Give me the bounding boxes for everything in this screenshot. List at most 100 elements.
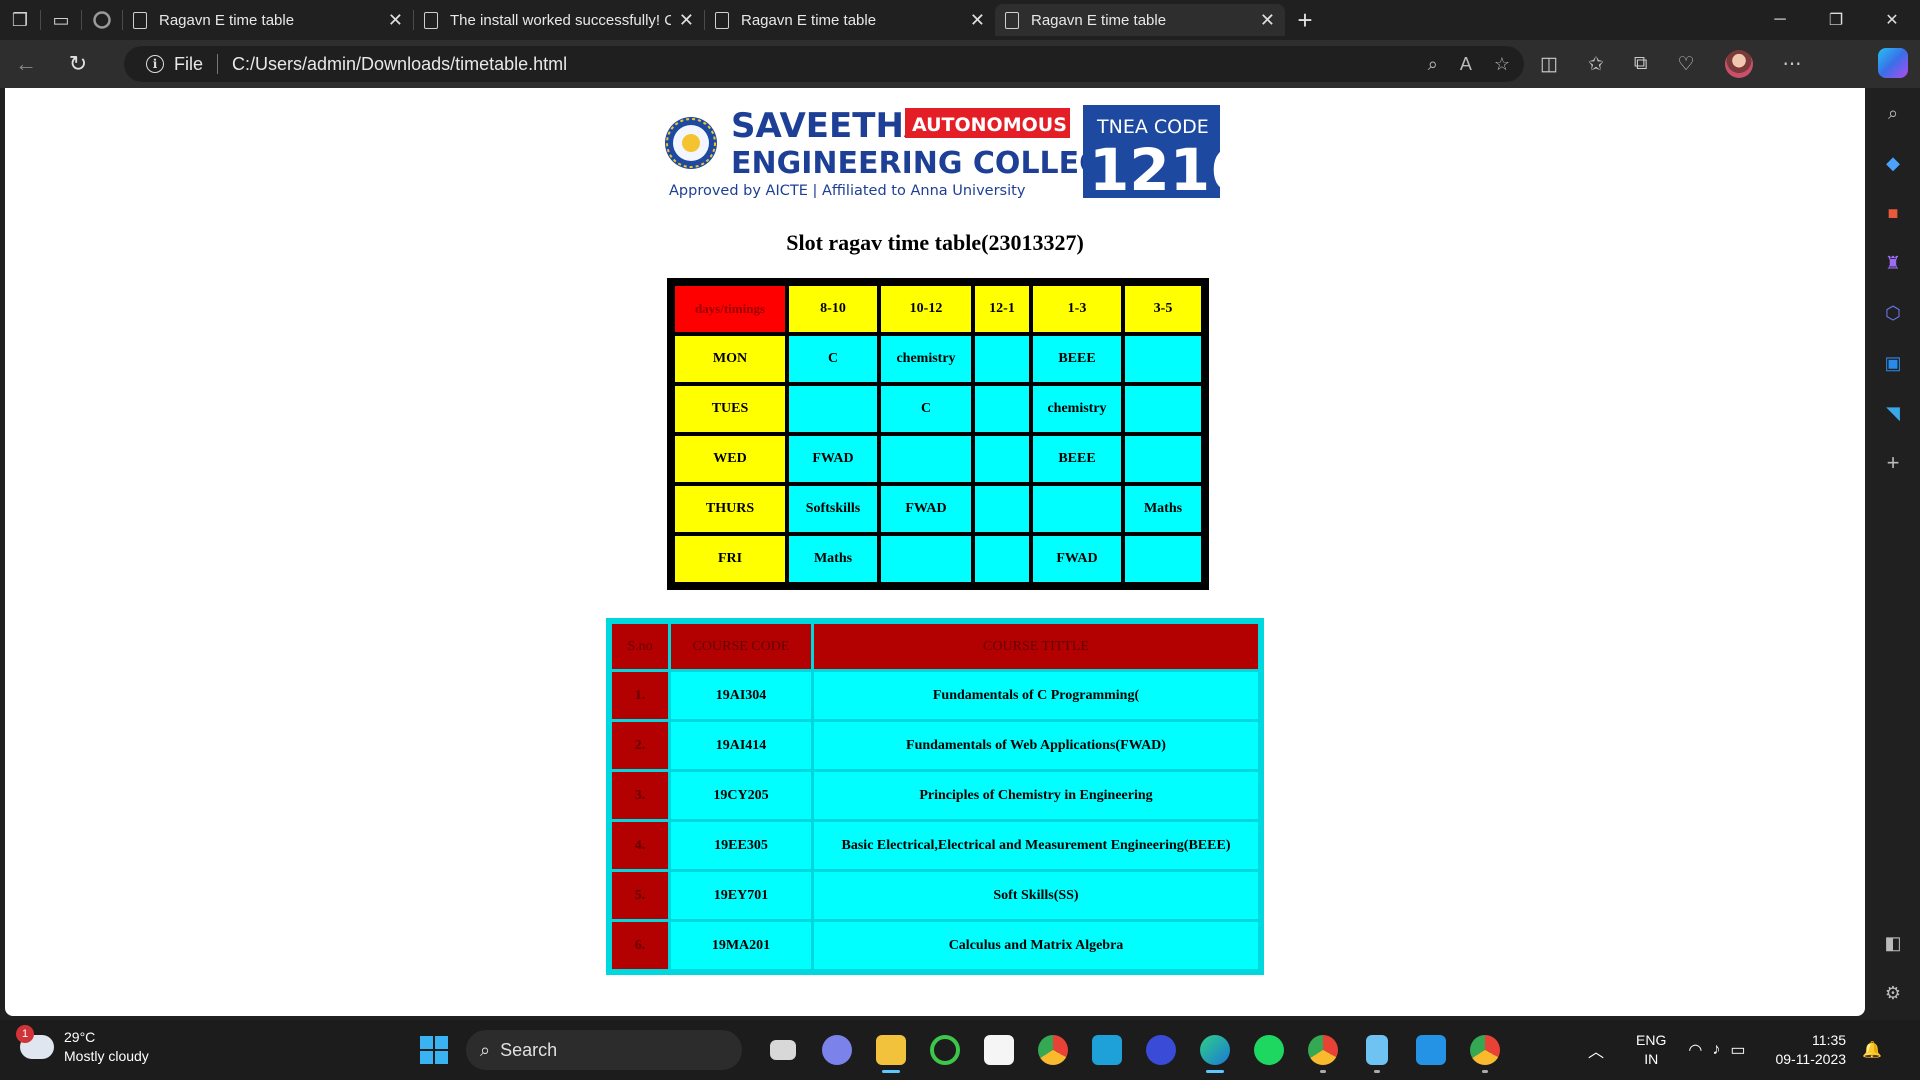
task-view-icon[interactable] — [763, 1030, 803, 1070]
course-sno: 1. — [612, 672, 668, 719]
weather-widget[interactable]: 1 29°C Mostly cloudy — [16, 1025, 149, 1066]
timetable-cell: chemistry — [1033, 386, 1121, 432]
close-tab-icon[interactable]: ✕ — [970, 10, 985, 31]
course-title: Principles of Chemistry in Engineering — [814, 772, 1258, 819]
more-menu-icon[interactable]: ⋯ — [1783, 53, 1802, 76]
close-tab-icon[interactable]: ✕ — [679, 10, 694, 31]
vscode-icon[interactable] — [1411, 1030, 1451, 1070]
collections-icon[interactable]: ⧉ — [1634, 53, 1648, 75]
edge-icon[interactable] — [1195, 1030, 1235, 1073]
header-corner: days/timings — [675, 286, 785, 332]
green-ring-app-icon[interactable] — [925, 1030, 965, 1070]
tnea-code: 1216 — [1089, 136, 1220, 198]
close-tab-icon[interactable]: ✕ — [1260, 10, 1275, 31]
chevron-up-icon[interactable]: ︿ — [1588, 1038, 1604, 1062]
chrome-profile-icon[interactable] — [1303, 1030, 1343, 1073]
course-sno: 6. — [612, 922, 668, 969]
college-logo: SAVEETHA AUTONOMOUS ENGINEERING COLLEGE … — [665, 105, 1220, 198]
timetable-cell: C — [881, 386, 971, 432]
favorite-star-icon[interactable]: ☆ — [1494, 54, 1510, 75]
search-label: Search — [500, 1039, 558, 1060]
language-indicator[interactable]: ENG IN — [1636, 1031, 1666, 1069]
copilot-sidebar-icon[interactable]: ⬡ — [1866, 298, 1920, 328]
site-info-icon[interactable]: i — [146, 55, 164, 73]
microsoft-store-icon[interactable] — [979, 1030, 1019, 1070]
notification-badge: 1 — [16, 1025, 34, 1043]
search-icon[interactable]: ⌕ — [1866, 98, 1920, 128]
toolbar: ← ↻ i File C:/Users/admin/Downloads/time… — [0, 40, 1920, 88]
tab-3[interactable]: Ragavn E time table ✕ — [705, 4, 995, 36]
tab-strip: ❒ ▭ Ragavn E time table ✕ The install wo… — [0, 0, 1920, 40]
read-aloud-icon[interactable]: A — [1460, 54, 1472, 75]
browser-essentials-icon[interactable]: ♡ — [1677, 53, 1694, 76]
course-row: 1. 19AI304 Fundamentals of C Programming… — [612, 672, 1258, 719]
timetable-cell: Maths — [1125, 486, 1201, 532]
zoom-icon[interactable]: ⌕ — [1428, 54, 1438, 75]
workspaces-icon[interactable]: ❒ — [0, 0, 40, 40]
scheme-label: File — [174, 53, 204, 74]
split-screen-icon[interactable]: ◫ — [1540, 53, 1558, 76]
course-code: 19MA201 — [671, 922, 811, 969]
tab-actions-icon[interactable]: ▭ — [41, 0, 81, 40]
drop-icon[interactable]: ◥ — [1866, 398, 1920, 428]
tab-title: Ragavn E time table — [159, 11, 295, 29]
course-title: Fundamentals of Web Applications(FWAD) — [814, 722, 1258, 769]
course-sno: 2. — [612, 722, 668, 769]
tab-2[interactable]: The install worked successfully! C ✕ — [414, 4, 704, 36]
file-explorer-icon[interactable] — [871, 1030, 911, 1073]
l-app-icon[interactable] — [1087, 1030, 1127, 1070]
search-icon: ⌕ — [480, 1039, 491, 1060]
spotify-icon[interactable] — [1249, 1030, 1289, 1070]
a-app-icon[interactable] — [1141, 1030, 1181, 1070]
course-row: 4. 19EE305 Basic Electrical,Electrical a… — [612, 822, 1258, 869]
chrome-icon[interactable] — [1033, 1030, 1073, 1070]
timetable-cell — [975, 436, 1029, 482]
tab-4-active[interactable]: Ragavn E time table ✕ — [995, 4, 1285, 36]
notepad-icon[interactable] — [1357, 1030, 1397, 1073]
restore-icon[interactable]: ❐ — [1808, 0, 1864, 40]
timetable-cell — [975, 386, 1029, 432]
add-sidebar-app-icon[interactable]: + — [1866, 448, 1920, 478]
course-sno: 3. — [612, 772, 668, 819]
minimize-icon[interactable]: ─ — [1752, 0, 1808, 40]
notification-bell-icon[interactable]: 🔔 — [1862, 1040, 1882, 1060]
games-icon[interactable]: ♜ — [1866, 248, 1920, 278]
clock[interactable]: 11:35 09-11-2023 — [1775, 1031, 1846, 1069]
course-title: Soft Skills(SS) — [814, 872, 1258, 919]
close-tab-icon[interactable]: ✕ — [388, 10, 403, 31]
tools-icon[interactable]: ■ — [1866, 198, 1920, 228]
timetable-cell: C — [789, 336, 877, 382]
taskbar-search[interactable]: ⌕ Search — [466, 1030, 742, 1070]
timetable-cell — [975, 536, 1029, 582]
shopping-tag-icon[interactable]: ◆ — [1866, 148, 1920, 178]
profile-avatar[interactable] — [1724, 50, 1753, 78]
course-sno: 5. — [612, 872, 668, 919]
pinned-tab-google-icon[interactable] — [82, 0, 122, 40]
favorites-icon[interactable]: ✩ — [1588, 53, 1604, 76]
refresh-button[interactable]: ↻ — [52, 40, 104, 88]
tab-1[interactable]: Ragavn E time table ✕ — [123, 4, 413, 36]
timetable-row: MON C chemistry BEEE — [675, 336, 1201, 382]
back-button[interactable]: ← — [0, 40, 52, 88]
course-code: 19AI304 — [671, 672, 811, 719]
volume-icon[interactable]: ♪ — [1712, 1041, 1720, 1059]
copilot-icon[interactable] — [1878, 48, 1908, 78]
page-icon — [715, 11, 729, 29]
weather-condition: Mostly cloudy — [64, 1048, 149, 1064]
start-windows-icon[interactable] — [416, 1028, 452, 1072]
timetable-cell — [975, 486, 1029, 532]
timetable-cell — [1125, 436, 1201, 482]
close-window-icon[interactable]: ✕ — [1864, 0, 1920, 40]
hide-sidebar-icon[interactable]: ◧ — [1866, 928, 1920, 958]
new-tab-button[interactable]: + — [1285, 5, 1325, 36]
battery-icon[interactable]: ▭ — [1730, 1040, 1745, 1060]
url-text[interactable]: C:/Users/admin/Downloads/timetable.html — [232, 54, 567, 75]
wifi-icon[interactable]: ◠ — [1688, 1040, 1702, 1060]
outlook-icon[interactable]: ▣ — [1866, 348, 1920, 378]
edge-sidebar: ⌕ ◆ ■ ♜ ⬡ ▣ ◥ + ◧ ⚙ — [1866, 88, 1920, 1016]
course-table: S.no COURSE CODE COURSE TITTLE 1. 19AI30… — [606, 618, 1264, 975]
chrome-icon-2[interactable] — [1465, 1030, 1505, 1073]
teams-chat-icon[interactable] — [817, 1030, 857, 1070]
settings-gear-icon[interactable]: ⚙ — [1866, 978, 1920, 1008]
address-bar[interactable]: i File C:/Users/admin/Downloads/timetabl… — [124, 46, 1524, 82]
